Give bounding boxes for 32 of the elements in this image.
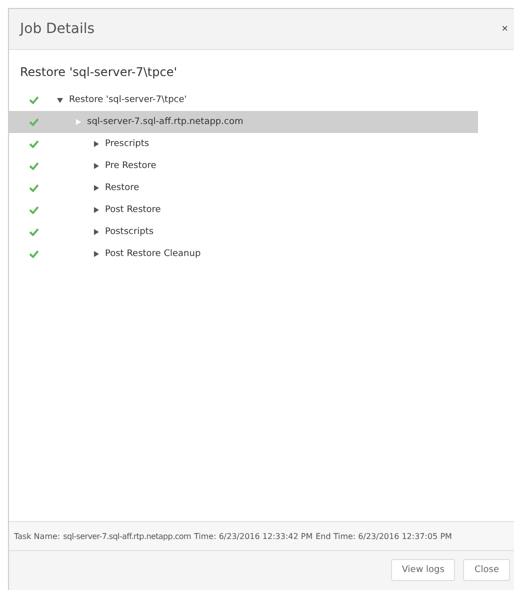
- job-heading: Restore 'sql-server-7\tpce': [20, 65, 178, 79]
- tree-label: Postscripts: [105, 227, 154, 237]
- end-time: End Time: 6/23/2016 12:37:05 PM: [316, 532, 452, 540]
- tree-item[interactable]: Prescripts: [9, 133, 478, 155]
- task-name-label: Task Name:: [14, 532, 60, 540]
- tree-item[interactable]: Restore: [9, 177, 478, 199]
- caret-right-icon[interactable]: [93, 185, 99, 191]
- tree-label: sql-server-7.sql-aff.rtp.netapp.com: [87, 117, 244, 127]
- tree-label: Pre Restore: [105, 161, 156, 171]
- start-time: Time: 6/23/2016 12:33:42 PM: [194, 532, 313, 540]
- close-button[interactable]: Close: [463, 559, 510, 581]
- tree-item[interactable]: Post Restore Cleanup: [9, 243, 478, 265]
- caret-right-icon[interactable]: [93, 207, 99, 213]
- tree-label: Post Restore: [105, 205, 161, 215]
- caret-right-icon[interactable]: [93, 251, 99, 257]
- tree-item[interactable]: Pre Restore: [9, 155, 478, 177]
- tree-label: Restore: [105, 183, 140, 193]
- tree-label: Restore 'sql-server-7\tpce': [69, 95, 187, 105]
- caret-right-icon[interactable]: [93, 163, 99, 169]
- tree-label: Post Restore Cleanup: [105, 249, 201, 259]
- caret-right-icon[interactable]: [93, 141, 99, 147]
- tree-label: Prescripts: [105, 139, 150, 149]
- dialog-title: Job Details: [20, 21, 95, 37]
- view-logs-button[interactable]: View logs: [390, 559, 456, 581]
- caret-right-icon[interactable]: [93, 229, 99, 235]
- tree-item[interactable]: Postscripts: [9, 221, 478, 243]
- close-button[interactable]: ×: [502, 23, 508, 35]
- caret-down-icon[interactable]: [57, 97, 63, 103]
- tree-item[interactable]: Post Restore: [9, 199, 478, 221]
- tree-item[interactable]: sql-server-7.sql-aff.rtp.netapp.com: [9, 111, 478, 133]
- task-name: sql-server-7.sql-aff.rtp.netapp.com: [63, 532, 192, 540]
- tree-item[interactable]: Restore 'sql-server-7\tpce': [9, 89, 478, 111]
